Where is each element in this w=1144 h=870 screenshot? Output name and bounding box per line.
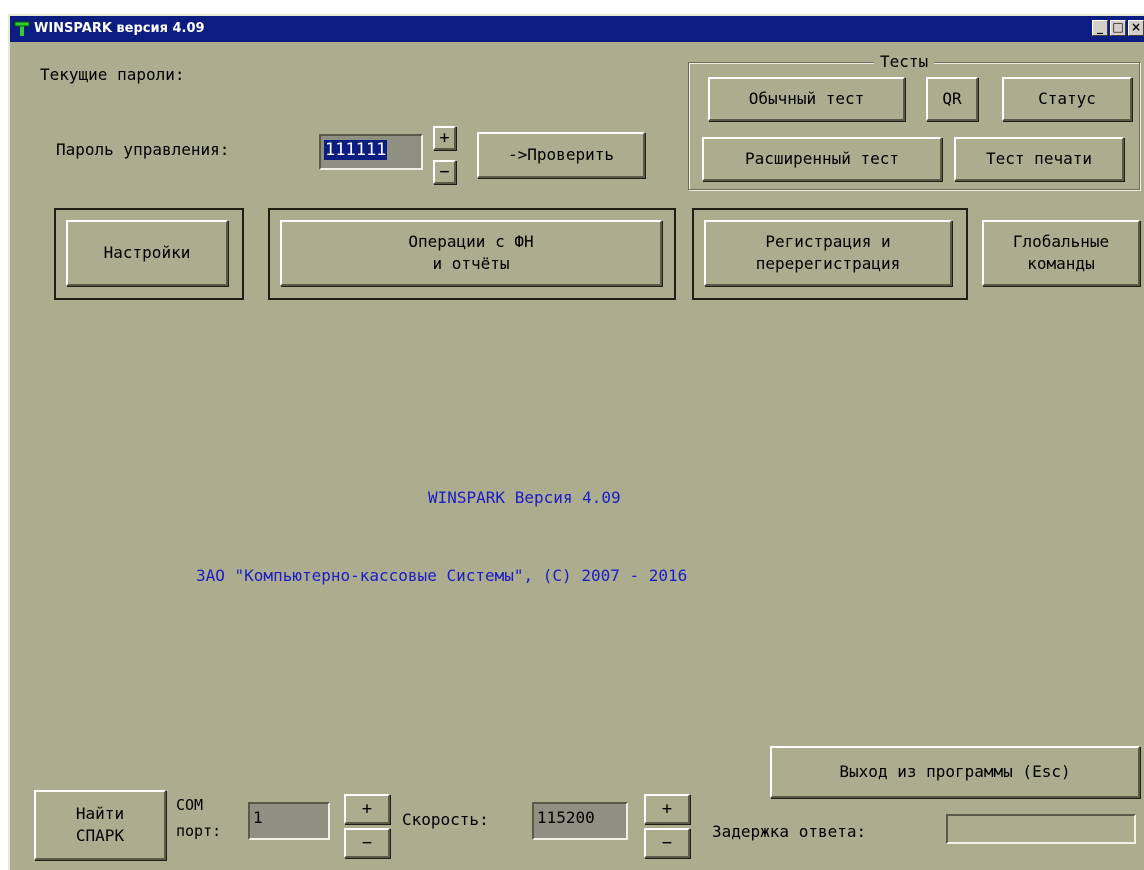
speed-label: Скорость: bbox=[402, 810, 489, 829]
copyright-text: ЗАО "Компьютерно-кассовые Системы", (С) … bbox=[196, 566, 688, 585]
speed-decrement-button[interactable]: − bbox=[644, 828, 690, 858]
global-commands-button[interactable]: Глобальные команды bbox=[982, 220, 1140, 286]
find-spark-button[interactable]: Найти СПАРК bbox=[34, 790, 166, 860]
tests-group-title: Тесты bbox=[874, 52, 935, 71]
settings-button[interactable]: Настройки bbox=[66, 220, 228, 286]
password-decrement-button[interactable]: − bbox=[433, 160, 456, 184]
check-password-button[interactable]: ->Проверить bbox=[477, 132, 645, 178]
com-port-increment-button[interactable]: + bbox=[344, 794, 390, 824]
window-controls: _ □ × bbox=[1092, 20, 1144, 36]
response-delay-field bbox=[946, 814, 1136, 844]
status-button[interactable]: Статус bbox=[1002, 77, 1132, 121]
speed-increment-button[interactable]: + bbox=[644, 794, 690, 824]
version-text: WINSPARK Версия 4.09 bbox=[428, 488, 621, 507]
title-bar[interactable]: WINSPARK версия 4.09 _ □ × bbox=[10, 16, 1144, 42]
com-label-bottom: порт: bbox=[176, 822, 222, 840]
maximize-icon[interactable]: □ bbox=[1110, 20, 1126, 36]
com-port-value: 1 bbox=[253, 808, 263, 827]
fn-operations-button[interactable]: Операции с ФН и отчёты bbox=[280, 220, 662, 286]
extended-test-button[interactable]: Расширенный тест bbox=[702, 137, 942, 181]
control-password-input[interactable]: 111111 bbox=[319, 134, 423, 170]
minimize-icon[interactable]: _ bbox=[1092, 20, 1108, 36]
print-test-button[interactable]: Тест печати bbox=[954, 137, 1124, 181]
window-title: WINSPARK версия 4.09 bbox=[34, 21, 205, 36]
exit-button[interactable]: Выход из программы (Esc) bbox=[770, 746, 1140, 798]
current-passwords-label: Текущие пароли: bbox=[40, 65, 185, 84]
password-increment-button[interactable]: + bbox=[433, 126, 456, 150]
com-port-decrement-button[interactable]: − bbox=[344, 828, 390, 858]
close-icon[interactable]: × bbox=[1128, 20, 1144, 36]
com-label-top: COM bbox=[176, 796, 204, 814]
app-window: WINSPARK версия 4.09 _ □ × Текущие парол… bbox=[8, 14, 1144, 870]
speed-value: 115200 bbox=[537, 808, 595, 827]
normal-test-button[interactable]: Обычный тест bbox=[708, 77, 905, 121]
qr-test-button[interactable]: QR bbox=[926, 77, 978, 121]
app-logo-icon bbox=[14, 21, 30, 36]
speed-input[interactable]: 115200 bbox=[532, 802, 628, 840]
registration-button[interactable]: Регистрация и перерегистрация bbox=[704, 220, 952, 286]
control-password-label: Пароль управления: bbox=[56, 140, 230, 159]
response-delay-label: Задержка ответа: bbox=[712, 822, 867, 841]
control-password-value: 111111 bbox=[324, 140, 388, 160]
com-port-input[interactable]: 1 bbox=[248, 802, 330, 840]
